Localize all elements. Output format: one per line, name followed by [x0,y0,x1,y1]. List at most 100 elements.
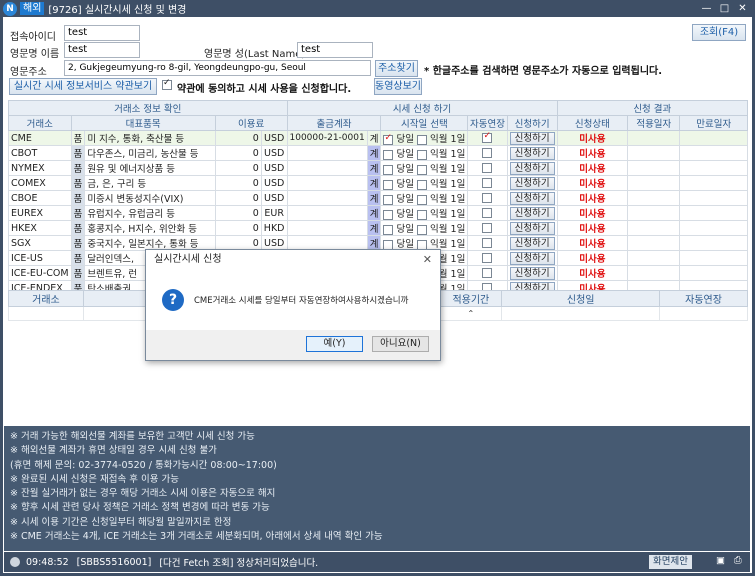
agree-checkbox[interactable] [162,78,172,91]
account-cell[interactable] [286,145,368,161]
query-button[interactable]: 조회(F4) [692,24,746,41]
apply-button[interactable]: 신청하기 [509,131,555,145]
access-id-field[interactable]: test [64,25,140,41]
item-popup-button[interactable]: 품 [70,250,86,266]
account-popup-button[interactable]: 계 [366,175,382,191]
account-popup-button[interactable]: 계 [366,220,382,236]
next-month-checkbox[interactable] [417,224,428,235]
item-popup-button[interactable]: 품 [70,130,86,146]
auto-extend-checkbox[interactable] [482,193,493,203]
exchange-cell: CBOT [8,145,72,161]
expire-date-cell [679,160,748,176]
col-expire-date: 만료일자 [679,115,748,131]
account-cell[interactable] [286,205,368,221]
screen-suggest-button[interactable]: 화면제안 [649,555,692,569]
apply-button[interactable]: 신청하기 [509,251,555,265]
close-icon[interactable]: ✕ [736,2,749,15]
apply-button[interactable]: 신청하기 [509,176,555,190]
auto-extend-checkbox[interactable] [482,268,493,278]
table-row[interactable]: CME품미 지수, 통화, 축산물 등0USD100000-21-0001계 당… [8,130,748,146]
auto-extend-checkbox[interactable] [482,238,493,248]
next-month-checkbox[interactable] [417,209,428,220]
print-icon[interactable]: ⎙ [734,555,742,566]
next-month-checkbox[interactable] [417,239,428,250]
apply-button[interactable]: 신청하기 [509,206,555,220]
apply-button[interactable]: 신청하기 [509,221,555,235]
maximize-icon[interactable]: □ [718,2,731,15]
account-popup-button[interactable]: 계 [366,145,382,161]
apply-button[interactable]: 신청하기 [509,236,555,250]
apply-date-cell [627,235,681,251]
menu-tag[interactable]: 해외 [20,2,45,15]
video-button[interactable]: 동영상보기 [374,78,422,95]
status-cell: 미사용 [556,205,629,221]
minimize-icon[interactable]: — [700,2,713,15]
table-row[interactable]: NYMEX 품 원유 및 에너지상품 등 0 USD 계 당일 익월 1일 신청하기 미사용 [8,160,748,176]
address-field[interactable]: 2, Gukjegeumyung-ro 8-gil, Yeongdeungpo-… [64,60,371,76]
table-row[interactable]: CBOT 품 다우존스, 미금리, 농산물 등 0 USD 계 당일 익월 1일 신청하기 미… [8,145,748,161]
currency-cell: USD [260,190,288,206]
account-popup-button[interactable]: 계 [366,190,382,206]
app-logo-icon: N [3,1,17,16]
table-row[interactable]: EUREX 품 유럽지수, 유럽금리 등 0 EUR 계 당일 익월 1일 신청하기 미사용 [8,205,748,221]
apply-button[interactable]: 신청하기 [509,161,555,175]
apply-date-cell [627,265,681,281]
item-popup-button[interactable]: 품 [70,205,86,221]
today-checkbox[interactable] [383,179,394,190]
item-popup-button[interactable]: 품 [70,160,86,176]
account-cell[interactable] [286,160,368,176]
apply-button[interactable]: 신청하기 [509,146,555,160]
no-button[interactable]: 아니요(N) [372,336,429,352]
apply-button[interactable]: 신청하기 [509,191,555,205]
today-checkbox[interactable] [383,209,394,220]
status-icon [10,557,20,567]
expire-date-cell [679,250,748,266]
item-popup-button[interactable]: 품 [70,235,86,251]
save-icon[interactable]: ▣ [716,555,725,566]
expire-date-cell [679,190,748,206]
exchange-cell: CBOE [8,190,72,206]
items-cell: 금, 은, 구리 등 [84,175,216,191]
auto-extend-checkbox[interactable] [482,148,493,158]
today-checkbox[interactable] [383,224,394,235]
auto-extend-checkbox[interactable] [482,208,493,218]
apply-button[interactable]: 신청하기 [509,266,555,280]
account-cell[interactable] [286,175,368,191]
today-checkbox[interactable] [383,194,394,205]
auto-extend-checkbox[interactable] [482,178,493,188]
yes-button[interactable]: 예(Y) [306,336,363,352]
item-popup-button[interactable]: 품 [70,145,86,161]
last-name-field[interactable]: test [297,42,373,58]
account-cell[interactable] [286,220,368,236]
dialog-close-icon[interactable]: ✕ [423,253,432,266]
account-cell[interactable]: 100000-21-0001 [286,130,368,146]
auto-extend-checkbox[interactable] [482,253,493,263]
item-popup-button[interactable]: 품 [70,190,86,206]
status-cell: 미사용 [556,250,629,266]
next-month-checkbox[interactable] [417,134,428,145]
next-month-checkbox[interactable] [417,164,428,175]
account-cell[interactable] [286,190,368,206]
today-checkbox[interactable] [383,149,394,160]
auto-extend-checkbox[interactable] [482,132,493,143]
table-row[interactable]: COMEX 품 금, 은, 구리 등 0 USD 계 당일 익월 1일 신청하기 미사용 [8,175,748,191]
item-popup-button[interactable]: 품 [70,175,86,191]
today-checkbox[interactable] [383,133,394,145]
item-popup-button[interactable]: 품 [70,220,86,236]
next-month-checkbox[interactable] [417,179,428,190]
item-popup-button[interactable]: 품 [70,265,86,281]
address-search-button[interactable]: 주소찾기 [375,60,418,77]
account-popup-button[interactable]: 계 [366,205,382,221]
table-row[interactable]: CBOE 품 미증시 변동성지수(VIX) 0 USD 계 당일 익월 1일 신청하기 미사용 [8,190,748,206]
table-row[interactable]: HKEX 품 홍콩지수, H지수, 위안화 등 0 HKD 계 당일 익월 1일 신청하기 미… [8,220,748,236]
today-checkbox[interactable] [383,164,394,175]
terms-button[interactable]: 실시간 시세 정보서비스 약관보기 [9,78,157,95]
next-month-checkbox[interactable] [417,149,428,160]
auto-extend-checkbox[interactable] [482,223,493,233]
next-month-checkbox[interactable] [417,194,428,205]
auto-extend-checkbox[interactable] [482,163,493,173]
first-name-field[interactable]: test [64,42,140,58]
account-popup-button[interactable]: 계 [366,160,382,176]
account-popup-button[interactable]: 계 [366,130,382,146]
today-checkbox[interactable] [383,239,394,250]
